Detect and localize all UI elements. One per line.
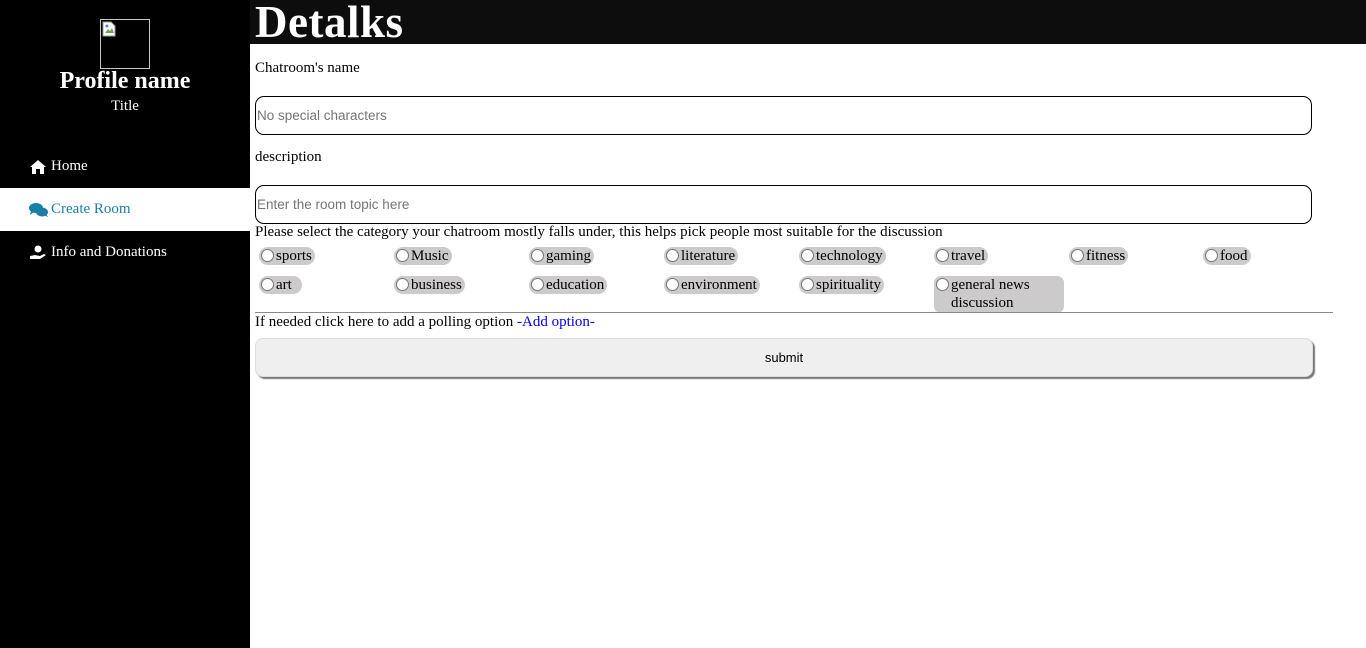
category-label: technology (816, 248, 883, 264)
profile-title: Title (111, 98, 139, 114)
category-label: business (411, 277, 462, 293)
category-label: fitness (1086, 248, 1126, 264)
category-option-sports[interactable]: sports (259, 247, 315, 265)
category-label: food (1220, 248, 1248, 264)
nav-item-create-room[interactable]: Create Room (0, 188, 250, 231)
donation-hand-icon (29, 245, 49, 261)
chat-bubbles-icon (29, 202, 49, 218)
description-input[interactable]: Enter the room topic here (255, 185, 1312, 224)
broken-image-icon (102, 21, 116, 37)
description-placeholder: Enter the room topic here (257, 197, 410, 212)
category-label: general news discussion (951, 277, 1030, 311)
chatroom-name-placeholder: No special characters (257, 108, 387, 123)
radio-button[interactable] (1205, 249, 1218, 262)
radio-button[interactable] (666, 249, 679, 262)
category-label: spirituality (816, 277, 881, 293)
category-label: travel (951, 248, 986, 264)
category-option-music[interactable]: Music (394, 247, 452, 265)
category-option-food[interactable]: food (1203, 247, 1251, 265)
radio-button[interactable] (531, 249, 544, 262)
chatroom-name-label: Chatroom's name (255, 60, 360, 76)
profile-name: Profile name (59, 68, 191, 94)
category-option-art[interactable]: art (259, 276, 303, 294)
category-label: art (276, 277, 292, 293)
category-option-spirituality[interactable]: spirituality (799, 276, 884, 294)
radio-button[interactable] (261, 249, 274, 262)
home-icon (29, 159, 49, 175)
submit-button[interactable]: submit (255, 338, 1313, 377)
radio-button[interactable] (936, 278, 949, 291)
category-option-travel[interactable]: travel (934, 247, 989, 265)
category-prompt: Please select the category your chatroom… (255, 224, 943, 240)
nav-item-info-donations[interactable]: Info and Donations (0, 231, 250, 274)
category-option-gaming[interactable]: gaming (529, 247, 594, 265)
brand-logo-text: Detalks (255, 0, 404, 47)
nav-item-label: Home (51, 158, 88, 174)
category-label: sports (276, 248, 312, 264)
avatar (100, 19, 150, 69)
nav-item-home[interactable]: Home (0, 145, 250, 188)
radio-button[interactable] (1071, 249, 1084, 262)
category-label: environment (681, 277, 757, 293)
nav-item-label: Create Room (51, 201, 131, 217)
description-label: description (255, 149, 322, 165)
radio-button[interactable] (936, 249, 949, 262)
category-option-environment[interactable]: environment (664, 276, 760, 294)
nav-item-label: Info and Donations (51, 244, 167, 260)
chatroom-name-input[interactable]: No special characters (255, 96, 1312, 135)
divider (255, 312, 1333, 313)
sidebar: Profile name Title Home Create Room Info… (0, 0, 250, 648)
radio-button[interactable] (396, 249, 409, 262)
poll-prompt: If needed click here to add a polling op… (255, 314, 595, 331)
radio-button[interactable] (801, 249, 814, 262)
radio-button[interactable] (801, 278, 814, 291)
category-option-literature[interactable]: literature (664, 247, 739, 265)
poll-prompt-text: If needed click here to add a polling op… (255, 314, 517, 330)
radio-button[interactable] (396, 278, 409, 291)
radio-button[interactable] (666, 278, 679, 291)
radio-button[interactable] (531, 278, 544, 291)
category-label: literature (681, 248, 736, 264)
category-option-fitness[interactable]: fitness (1069, 247, 1129, 265)
category-option-technology[interactable]: technology (799, 247, 886, 265)
category-label: Music (411, 248, 449, 264)
radio-button[interactable] (261, 278, 274, 291)
category-option-general-news-discussion[interactable]: general news discussion (934, 276, 1064, 313)
category-option-education[interactable]: education (529, 276, 608, 294)
category-label: gaming (546, 248, 591, 264)
category-label: education (546, 277, 605, 293)
add-option-link[interactable]: -Add option- (517, 314, 595, 330)
top-bar: Detalks (250, 0, 1366, 47)
category-option-business[interactable]: business (394, 276, 465, 294)
